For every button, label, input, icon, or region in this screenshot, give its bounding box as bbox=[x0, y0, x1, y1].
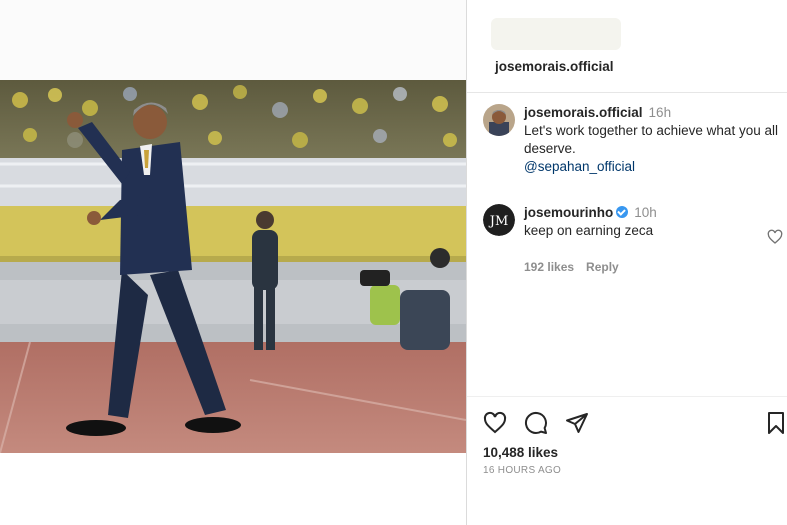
caption-username[interactable]: josemorais.official bbox=[524, 105, 643, 120]
comment-username[interactable]: josemourinho bbox=[524, 205, 613, 220]
avatar[interactable] bbox=[483, 104, 515, 136]
post-likes-count[interactable]: 10,488 likes bbox=[483, 445, 558, 460]
post-header: josemorais.official bbox=[467, 0, 787, 93]
comment-icon[interactable] bbox=[524, 411, 548, 435]
coach-photo-image bbox=[0, 80, 466, 453]
caption-mention[interactable]: @sepahan_official bbox=[524, 158, 786, 176]
heart-icon[interactable] bbox=[483, 411, 507, 435]
paper-plane-icon[interactable] bbox=[565, 411, 589, 435]
post-photo[interactable] bbox=[0, 80, 466, 453]
reply-button[interactable]: Reply bbox=[586, 260, 619, 274]
post-media-pane bbox=[0, 0, 466, 525]
post-timestamp[interactable]: 16 HOURS AGO bbox=[483, 465, 561, 476]
header-username[interactable]: josemorais.official bbox=[495, 59, 614, 74]
comment-likes[interactable]: 192 likes bbox=[524, 260, 574, 274]
heart-icon[interactable] bbox=[767, 229, 783, 245]
caption-text: Let's work together to achieve what you … bbox=[524, 123, 778, 156]
post-side-panel: josemorais.official josemorais.official 1… bbox=[467, 0, 787, 525]
comment-body: josemourinho 10h keep on earning zeca 192… bbox=[524, 204, 786, 276]
svg-text:JM: JM bbox=[488, 214, 509, 229]
comment-text: keep on earning zeca bbox=[524, 223, 654, 238]
comment-time[interactable]: 10h bbox=[634, 205, 657, 220]
header-blur bbox=[491, 18, 621, 50]
caption-body: josemorais.official 16h Let's work togeth… bbox=[524, 104, 786, 176]
jm-logo-icon: JM bbox=[483, 204, 515, 236]
comment-meta: 192 likes Reply bbox=[524, 258, 786, 276]
profile-photo-icon bbox=[483, 104, 515, 136]
avatar[interactable]: JM bbox=[483, 204, 515, 236]
caption-time[interactable]: 16h bbox=[649, 105, 672, 120]
verified-badge-icon bbox=[616, 206, 629, 218]
bookmark-icon[interactable] bbox=[764, 411, 787, 435]
media-top-blur bbox=[0, 0, 466, 80]
post-actions: 10,488 likes 16 HOURS AGO bbox=[467, 396, 787, 525]
